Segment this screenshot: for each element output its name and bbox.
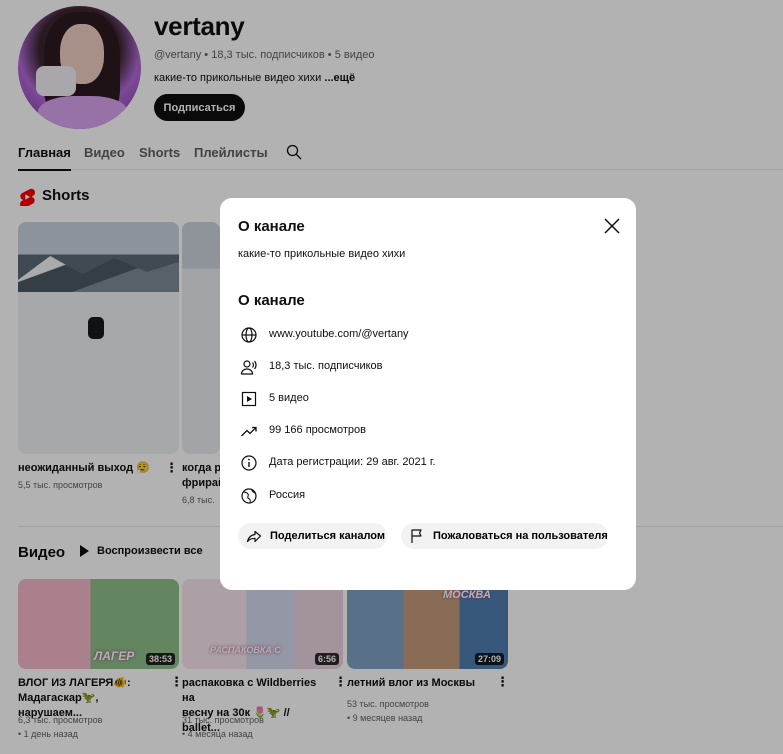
info-row-views: 99 166 просмотров [240,422,366,440]
trending-icon [241,426,257,437]
report-user-button[interactable]: Пожаловаться на пользователя [401,523,608,549]
views-count: 99 166 просмотров [269,424,366,436]
videos-count: 5 видео [269,392,309,404]
country: Россия [269,489,306,501]
info-row-videos: 5 видео [240,390,309,408]
dialog-description: какие-то прикольные видео хихи [238,248,406,260]
share-icon [246,530,262,543]
channel-url-link[interactable]: www.youtube.com/@vertany [269,328,409,340]
about-dialog: О канале какие-то прикольные видео хихи … [220,198,636,590]
info-row-joined: Дата регистрации: 29 авг. 2021 г. [240,454,436,472]
info-row-subscribers: 18,3 тыс. подписчиков [240,358,383,376]
subscribers-count: 18,3 тыс. подписчиков [269,360,383,372]
dialog-title: О канале [238,218,305,235]
share-channel-button[interactable]: Поделиться каналом [238,523,387,549]
info-row-link: www.youtube.com/@vertany [240,326,409,344]
info-icon [241,455,257,471]
report-user-label: Пожаловаться на пользователя [433,530,608,542]
info-row-country: Россия [240,487,305,505]
subscribers-icon [240,360,257,375]
close-icon[interactable] [603,217,621,235]
flag-icon [411,529,422,543]
dialog-subtitle: О канале [238,292,305,309]
joined-date: Дата регистрации: 29 авг. 2021 г. [269,456,436,468]
globe-icon [241,327,257,343]
video-icon [241,391,257,407]
globe-location-icon [241,488,257,504]
share-channel-label: Поделиться каналом [270,530,386,542]
